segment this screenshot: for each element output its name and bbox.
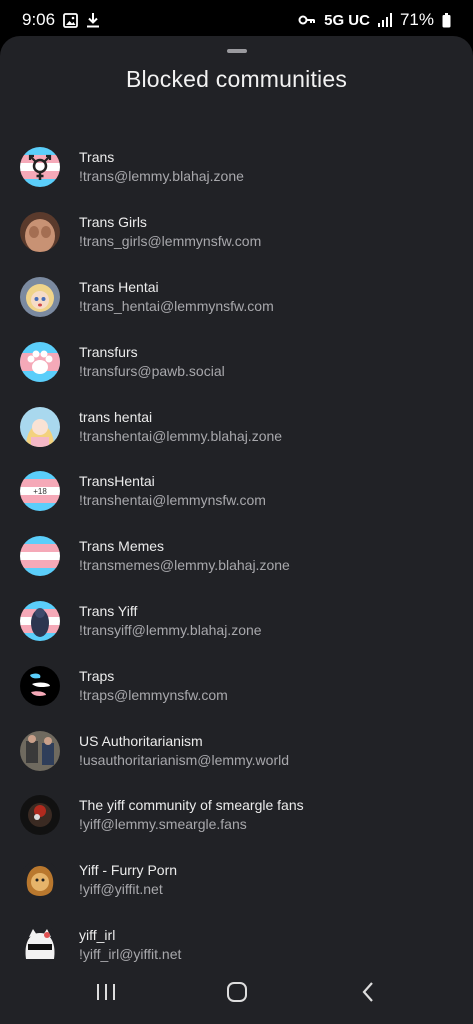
list-item[interactable]: Traps !traps@lemmynsfw.com <box>0 653 473 718</box>
community-name: The yiff community of smeargle fans <box>79 797 304 814</box>
community-name: Transfurs <box>79 343 138 360</box>
community-name: trans hentai <box>79 408 153 425</box>
battery-percent: 71% <box>399 10 434 29</box>
recent-apps-icon <box>96 984 115 1000</box>
community-avatar <box>20 276 60 317</box>
community-name: Trans Yiff <box>79 602 138 619</box>
recent-apps-button[interactable] <box>76 962 136 1022</box>
list-item[interactable]: Trans Yiff !transyiff@lemmy.blahaj.zone <box>0 589 473 654</box>
community-address: !trans_hentai@lemmynsfw.com <box>79 297 274 314</box>
back-button[interactable] <box>338 962 398 1022</box>
community-name: Trans Girls <box>79 214 147 231</box>
community-name: Yiff - Furry Porn <box>79 862 178 879</box>
home-button[interactable] <box>207 962 267 1022</box>
vpn-key-icon <box>298 14 316 26</box>
community-avatar <box>20 341 60 382</box>
status-left: 9:06 <box>22 10 100 30</box>
community-avatar <box>20 730 60 771</box>
back-icon <box>362 982 373 1002</box>
list-item[interactable]: trans hentai !transhentai@lemmy.blahaj.z… <box>0 394 473 459</box>
list-item[interactable]: US Authoritarianism !usauthoritarianism@… <box>0 718 473 783</box>
community-address: !transhentai@lemmynsfw.com <box>79 492 266 509</box>
clock: 9:06 <box>22 10 56 29</box>
community-list: Trans !trans@lemmy.blahaj.zone Trans Gir… <box>0 135 473 977</box>
community-name: Trans Memes <box>79 538 165 555</box>
community-avatar <box>20 860 60 901</box>
community-avatar: +18 <box>20 471 60 512</box>
list-item[interactable]: Yiff - Furry Porn !yiff@yiffit.net <box>0 848 473 913</box>
list-item[interactable]: Trans Hentai !trans_hentai@lemmynsfw.com <box>0 265 473 330</box>
community-address: !trans@lemmy.blahaj.zone <box>79 168 244 185</box>
system-nav-bar <box>0 960 473 1024</box>
community-name: Traps <box>79 667 115 684</box>
community-avatar <box>20 536 60 577</box>
gallery-icon <box>63 12 78 28</box>
community-address: !transhentai@lemmy.blahaj.zone <box>79 427 283 444</box>
community-name: yiff_irl <box>79 926 116 943</box>
list-item[interactable]: Trans Memes !transmemes@lemmy.blahaj.zon… <box>0 524 473 589</box>
blocked-communities-sheet: Blocked communities Trans !trans@lemmy.b… <box>0 36 473 1024</box>
community-name: US Authoritarianism <box>79 732 203 749</box>
list-item[interactable]: Transfurs !transfurs@pawb.social <box>0 329 473 394</box>
community-address: !transyiff@lemmy.blahaj.zone <box>79 621 262 638</box>
community-avatar <box>20 924 60 965</box>
list-item[interactable]: Trans Girls !trans_girls@lemmynsfw.com <box>0 200 473 265</box>
community-avatar <box>20 406 60 447</box>
age-badge: +18 <box>33 487 47 496</box>
sheet-drag-handle[interactable] <box>227 49 247 53</box>
battery-icon <box>442 12 451 28</box>
community-name: Trans <box>79 149 115 166</box>
community-avatar <box>20 600 60 641</box>
community-avatar <box>20 147 60 188</box>
network-type: 5G UC <box>324 11 370 29</box>
list-item[interactable]: +18 TransHentai !transhentai@lemmynsfw.c… <box>0 459 473 524</box>
community-name: Trans Hentai <box>79 278 159 295</box>
status-right: 5G UC 71% <box>298 10 451 30</box>
signal-icon <box>377 13 392 27</box>
community-address: !trans_girls@lemmynsfw.com <box>79 233 262 250</box>
list-item[interactable]: Trans !trans@lemmy.blahaj.zone <box>0 135 473 200</box>
community-address: !traps@lemmynsfw.com <box>79 686 228 703</box>
sheet-title: Blocked communities <box>125 66 348 92</box>
community-address: !transfurs@pawb.social <box>79 362 225 379</box>
status-bar: 9:06 5G UC 71% <box>0 0 473 40</box>
community-address: !yiff@lemmy.smeargle.fans <box>79 816 247 833</box>
community-address: !yiff@yiffit.net <box>79 881 163 898</box>
community-name: TransHentai <box>79 473 155 490</box>
community-address: !transmemes@lemmy.blahaj.zone <box>79 557 290 574</box>
community-avatar <box>20 212 60 253</box>
home-icon <box>226 982 247 1002</box>
community-avatar <box>20 795 60 836</box>
download-icon <box>86 12 100 28</box>
list-item[interactable]: The yiff community of smeargle fans !yif… <box>0 783 473 848</box>
community-avatar <box>20 665 60 706</box>
community-address: !usauthoritarianism@lemmy.world <box>79 751 290 768</box>
